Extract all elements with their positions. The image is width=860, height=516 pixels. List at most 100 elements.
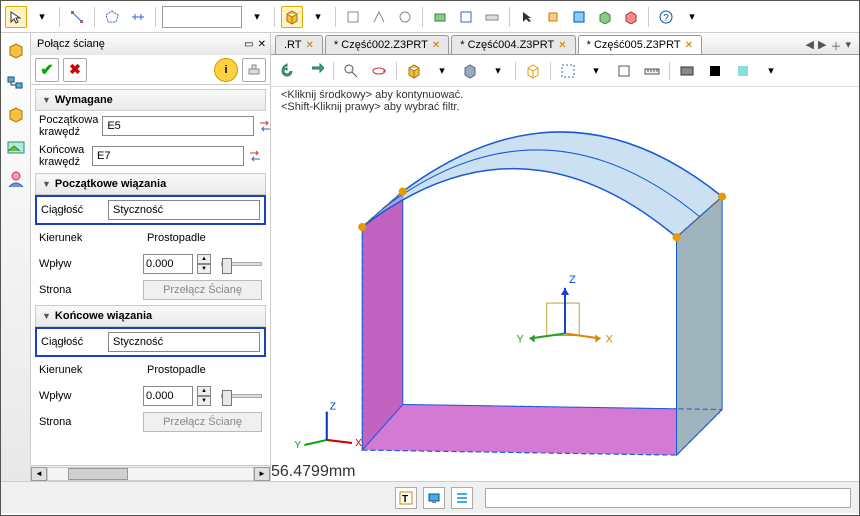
spin-button[interactable] (368, 60, 390, 82)
close-icon[interactable]: ✕ (558, 40, 566, 51)
iso-cube-button[interactable] (403, 60, 425, 82)
tool-dropdown-1[interactable]: ▾ (31, 6, 53, 28)
sidebar-item-user[interactable] (4, 167, 28, 191)
end-edge-input[interactable] (92, 146, 244, 166)
help-dropdown[interactable]: ▾ (681, 6, 703, 28)
filter-toggle[interactable]: ▾ (246, 6, 268, 28)
view-square-button[interactable] (613, 60, 635, 82)
ok-button[interactable]: ✔ (35, 58, 59, 82)
info-button[interactable]: i (214, 58, 238, 82)
misc-button-1[interactable] (342, 6, 364, 28)
status-text-mode-button[interactable]: T (395, 487, 417, 509)
start-continuity-select[interactable] (108, 200, 260, 220)
appearance-button[interactable] (676, 60, 698, 82)
view-ruler-button[interactable] (641, 60, 663, 82)
panel-close-icon[interactable]: ✕ (258, 39, 266, 50)
misc-button-2[interactable] (368, 6, 390, 28)
section-required[interactable]: Wymagane (35, 89, 266, 111)
cancel-button[interactable]: ✖ (63, 58, 87, 82)
shaded-dropdown[interactable]: ▾ (487, 60, 509, 82)
start-influence-slider[interactable] (221, 262, 262, 266)
measure-tool-button[interactable] (127, 6, 149, 28)
tab-next-icon[interactable]: ▶ (818, 38, 826, 54)
svg-text:?: ? (663, 13, 669, 24)
misc-button-9[interactable] (594, 6, 616, 28)
misc-button-4[interactable] (429, 6, 451, 28)
end-influence-slider[interactable] (221, 394, 262, 398)
panel-header: Połącz ścianę ▭ ✕ (31, 33, 270, 55)
iso-dropdown[interactable]: ▾ (431, 60, 453, 82)
color-dropdown[interactable]: ▾ (760, 60, 782, 82)
end-side-button[interactable]: Przełącz Ścianę (143, 412, 262, 432)
close-icon[interactable]: ✕ (306, 40, 314, 51)
section-start[interactable]: Początkowe wiązania (35, 173, 266, 195)
misc-button-10[interactable] (620, 6, 642, 28)
section-dropdown[interactable]: ▾ (585, 60, 607, 82)
svg-text:Z: Z (330, 402, 336, 413)
panel-hscroll[interactable]: ◄► (31, 465, 270, 481)
end-direction-value: Prostopadle (143, 360, 262, 380)
misc-button-3[interactable] (394, 6, 416, 28)
tab-part-004[interactable]: * Część004.Z3PRT✕ (451, 35, 575, 54)
color-cyan-button[interactable] (732, 60, 754, 82)
tab-add-icon[interactable]: ＋ (830, 38, 841, 54)
box-dropdown[interactable]: ▾ (307, 6, 329, 28)
misc-button-7[interactable] (542, 6, 564, 28)
svg-text:Y: Y (294, 440, 301, 451)
canvas-3d[interactable]: X Y Z X Y Z 56.4799mm (271, 115, 859, 481)
status-text-area (485, 488, 851, 508)
view-toolbar: ▾ ▾ ▾ ▾ (271, 55, 859, 87)
grid-snap-button[interactable] (66, 6, 88, 28)
help-button[interactable]: ? (655, 6, 677, 28)
swap-start-icon[interactable] (258, 117, 270, 135)
color-black-button[interactable] (704, 60, 726, 82)
start-influence-input[interactable] (143, 254, 193, 274)
redo-button[interactable] (305, 60, 327, 82)
end-continuity-select[interactable] (108, 332, 260, 352)
svg-text:Y: Y (516, 334, 524, 346)
undo-button[interactable] (277, 60, 299, 82)
status-bar: T (1, 481, 859, 513)
filter-dropdown[interactable] (162, 6, 242, 28)
end-influence-input[interactable] (143, 386, 193, 406)
tab-menu-icon[interactable]: ▾ (845, 38, 851, 54)
box-tool-button[interactable] (281, 6, 303, 28)
wireframe-button[interactable] (522, 60, 544, 82)
end-continuity-row: Ciągłość (35, 327, 266, 357)
misc-button-6[interactable] (481, 6, 503, 28)
polygon-tool-button[interactable] (101, 6, 123, 28)
misc-button-8[interactable] (568, 6, 590, 28)
tab-part-005[interactable]: * Część005.Z3PRT✕ (578, 35, 702, 54)
select-arrow-button[interactable] (516, 6, 538, 28)
start-continuity-row: Ciągłość (35, 195, 266, 225)
status-list-button[interactable] (451, 487, 473, 509)
sidebar-item-assembly[interactable] (4, 39, 28, 63)
end-influence-spinner[interactable]: ▲▼ (197, 386, 211, 406)
close-icon[interactable]: ✕ (432, 40, 440, 51)
panel-title: Połącz ścianę (37, 38, 105, 50)
sidebar-item-part[interactable] (4, 103, 28, 127)
sidebar-item-gallery[interactable] (4, 135, 28, 159)
cursor-tool-button[interactable] (5, 6, 27, 28)
panel-restore-icon[interactable]: ▭ (244, 39, 253, 50)
shaded-button[interactable] (459, 60, 481, 82)
start-side-label: Strona (39, 284, 139, 296)
settings-button[interactable] (242, 58, 266, 82)
section-button[interactable] (557, 60, 579, 82)
status-monitor-button[interactable] (423, 487, 445, 509)
end-edge-label: Końcowa krawędź (39, 144, 88, 168)
start-edge-input[interactable] (102, 116, 254, 136)
svg-text:X: X (355, 438, 362, 449)
sidebar-item-tree[interactable] (4, 71, 28, 95)
close-icon[interactable]: ✕ (685, 40, 693, 51)
tab-part-002[interactable]: * Część002.Z3PRT✕ (325, 35, 449, 54)
misc-button-5[interactable] (455, 6, 477, 28)
svg-text:Z: Z (569, 274, 576, 286)
swap-end-icon[interactable] (248, 147, 262, 165)
tab-part-trunc[interactable]: .RT✕ (275, 35, 323, 54)
section-end[interactable]: Końcowe wiązania (35, 305, 266, 327)
tab-prev-icon[interactable]: ◀ (806, 38, 814, 54)
start-side-button[interactable]: Przełącz Ścianę (143, 280, 262, 300)
zoom-button[interactable] (340, 60, 362, 82)
start-influence-spinner[interactable]: ▲▼ (197, 254, 211, 274)
